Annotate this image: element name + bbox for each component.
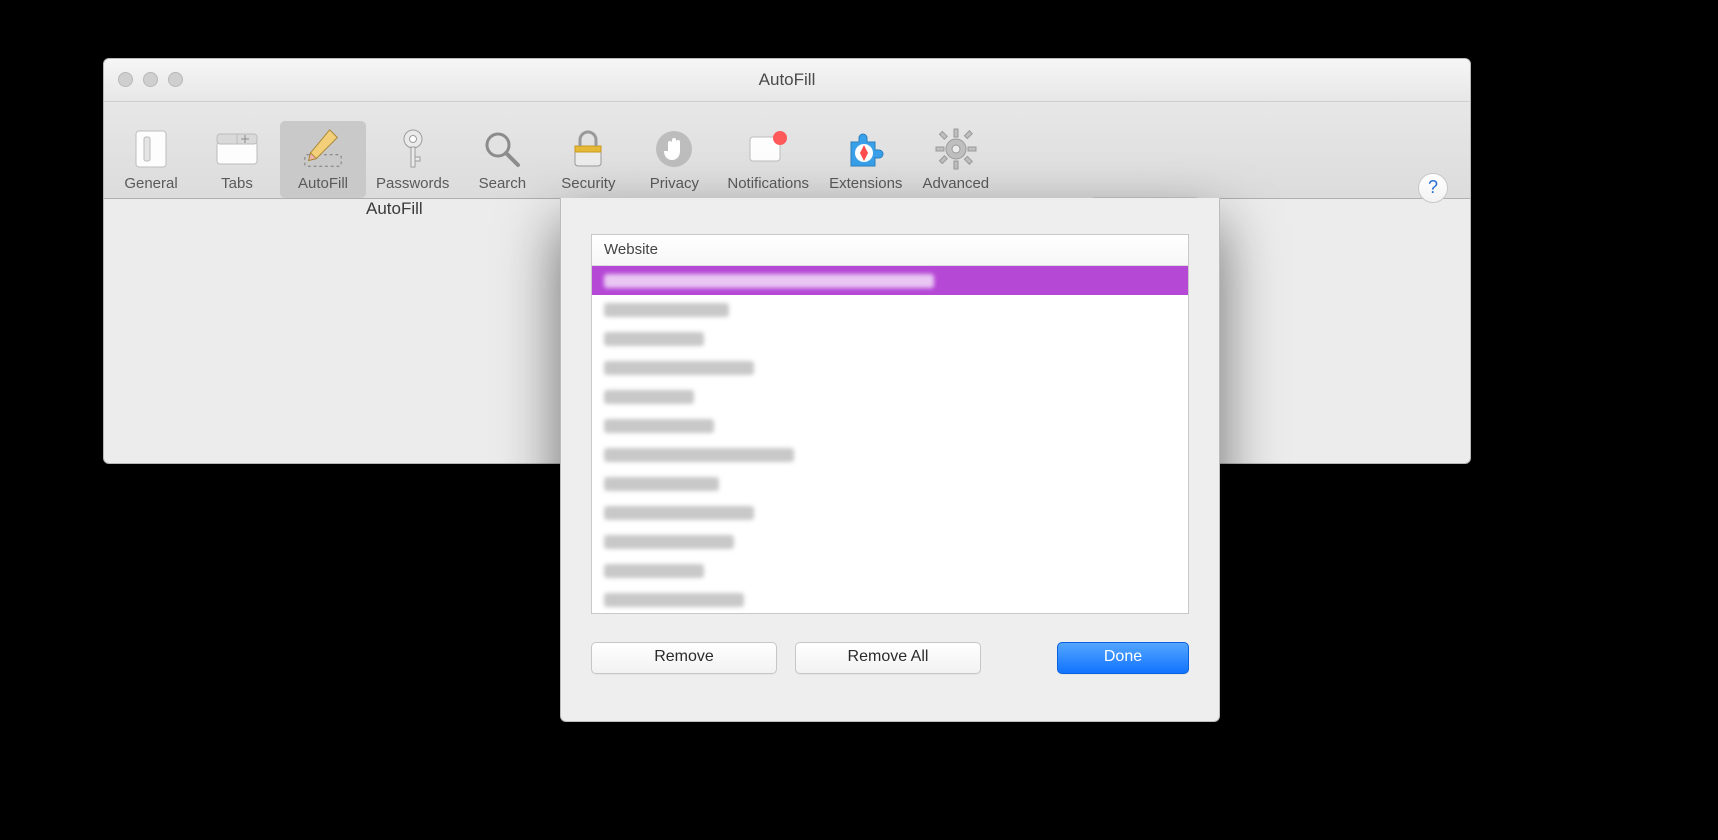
website-row[interactable] xyxy=(592,411,1188,440)
toolbar-tab-search[interactable]: Search xyxy=(459,121,545,198)
toolbar-tab-label: Security xyxy=(561,175,615,192)
redacted-website-text xyxy=(604,477,719,491)
redacted-website-text xyxy=(604,535,734,549)
toolbar-tab-extensions[interactable]: Extensions xyxy=(819,121,912,198)
redacted-website-text xyxy=(604,564,704,578)
toolbar-tab-notifications[interactable]: Notifications xyxy=(717,121,819,198)
redacted-website-text xyxy=(604,419,714,433)
remove-all-button[interactable]: Remove All xyxy=(795,642,981,674)
magnifier-icon xyxy=(480,127,524,171)
toolbar-tab-label: Search xyxy=(479,175,527,192)
window-title: AutoFill xyxy=(104,59,1470,101)
traffic-lights xyxy=(118,72,183,87)
toolbar-tab-tabs[interactable]: Tabs xyxy=(194,121,280,198)
toolbar-tab-label: Advanced xyxy=(922,175,989,192)
toolbar-tab-label: Tabs xyxy=(221,175,253,192)
website-row[interactable] xyxy=(592,266,1188,295)
preferences-toolbar: General Tabs A xyxy=(104,102,1470,199)
redacted-website-text xyxy=(604,448,794,462)
redacted-website-text xyxy=(604,274,934,288)
notification-icon xyxy=(746,127,790,171)
toolbar-tab-label: General xyxy=(124,175,177,192)
autofill-section-label: AutoFill xyxy=(366,199,423,219)
lock-icon xyxy=(566,127,610,171)
sheet-button-row: Remove Remove All Done xyxy=(591,642,1189,674)
close-dot-icon[interactable] xyxy=(118,72,133,87)
done-button[interactable]: Done xyxy=(1057,642,1189,674)
hand-icon xyxy=(652,127,696,171)
help-button[interactable]: ? xyxy=(1418,173,1448,203)
toolbar-tab-label: Privacy xyxy=(650,175,699,192)
zoom-dot-icon[interactable] xyxy=(168,72,183,87)
redacted-website-text xyxy=(604,332,704,346)
tabs-icon xyxy=(215,127,259,171)
remove-button[interactable]: Remove xyxy=(591,642,777,674)
website-list-body[interactable] xyxy=(592,266,1188,613)
redacted-website-text xyxy=(604,303,729,317)
website-list: Website xyxy=(591,234,1189,614)
toolbar-tab-passwords[interactable]: Passwords xyxy=(366,121,459,198)
toolbar-tab-security[interactable]: Security xyxy=(545,121,631,198)
website-row[interactable] xyxy=(592,585,1188,613)
redacted-website-text xyxy=(604,506,754,520)
key-icon xyxy=(391,127,435,171)
website-row[interactable] xyxy=(592,295,1188,324)
puzzle-compass-icon xyxy=(844,127,888,171)
toolbar-tab-label: Notifications xyxy=(727,175,809,192)
gear-icon xyxy=(934,127,978,171)
website-row[interactable] xyxy=(592,527,1188,556)
redacted-website-text xyxy=(604,390,694,404)
toolbar-tab-advanced[interactable]: Advanced xyxy=(912,121,999,198)
switch-icon xyxy=(129,127,173,171)
titlebar: AutoFill xyxy=(104,59,1470,102)
toolbar-tab-general[interactable]: General xyxy=(108,121,194,198)
redacted-website-text xyxy=(604,361,754,375)
toolbar-tab-label: AutoFill xyxy=(298,175,348,192)
redacted-website-text xyxy=(604,593,744,607)
website-row[interactable] xyxy=(592,382,1188,411)
minimize-dot-icon[interactable] xyxy=(143,72,158,87)
pencil-form-icon xyxy=(301,127,345,171)
toolbar-tab-label: Extensions xyxy=(829,175,902,192)
autofill-websites-sheet: Website Remove Remove All Done xyxy=(560,198,1220,722)
website-column-header[interactable]: Website xyxy=(592,235,1188,266)
website-row[interactable] xyxy=(592,440,1188,469)
toolbar-tab-autofill[interactable]: AutoFill xyxy=(280,121,366,198)
website-row[interactable] xyxy=(592,469,1188,498)
toolbar-tab-privacy[interactable]: Privacy xyxy=(631,121,717,198)
website-row[interactable] xyxy=(592,353,1188,382)
website-row[interactable] xyxy=(592,498,1188,527)
website-row[interactable] xyxy=(592,556,1188,585)
toolbar-tab-label: Passwords xyxy=(376,175,449,192)
website-row[interactable] xyxy=(592,324,1188,353)
